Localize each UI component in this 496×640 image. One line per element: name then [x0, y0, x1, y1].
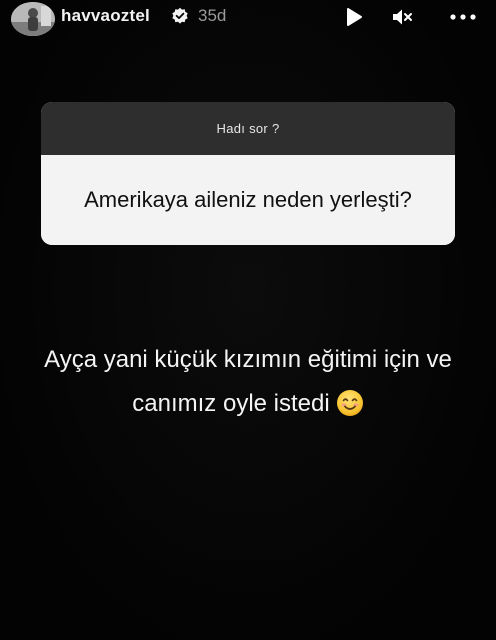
play-icon[interactable]: [343, 6, 365, 28]
answer-text: Ayça yani küçük kızımın eğitimi için ve …: [24, 338, 472, 426]
answer-line-2-wrap: canımız oyle istedi: [24, 382, 472, 426]
answer-line-2: canımız oyle istedi: [132, 390, 330, 417]
question-sticker-body: Amerikaya aileniz neden yerleşti?: [41, 155, 455, 245]
story-header: havvaoztel 35d: [0, 0, 496, 40]
story-viewer[interactable]: havvaoztel 35d Hadı sor ? Amerikaya aile…: [0, 0, 496, 640]
post-time: 35d: [198, 6, 227, 25]
answer-line-1: Ayça yani küçük kızımın eğitimi için ve: [44, 346, 452, 373]
profile-avatar[interactable]: [11, 2, 55, 36]
mute-icon[interactable]: [391, 6, 413, 28]
verified-badge-icon: [171, 7, 189, 25]
question-text: Amerikaya aileniz neden yerleşti?: [84, 187, 412, 212]
more-options-icon[interactable]: [448, 6, 478, 28]
smiling-face-emoji-icon: [336, 388, 364, 417]
username[interactable]: havvaoztel: [61, 6, 150, 26]
question-sticker-header: Hadı sor ?: [41, 102, 455, 155]
question-sticker[interactable]: Hadı sor ? Amerikaya aileniz neden yerle…: [41, 102, 455, 245]
question-sticker-title: Hadı sor ?: [216, 121, 280, 136]
